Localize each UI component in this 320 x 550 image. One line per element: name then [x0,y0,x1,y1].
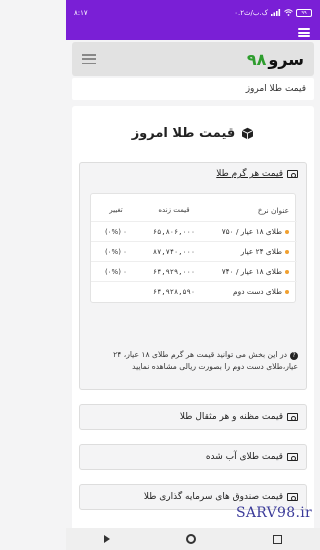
site-header: سرو ۹۸ [72,42,314,76]
gold-per-gram-panel: قیمت هر گرم طلا عنوان نرخ قیمت زنده تغیی… [79,162,307,390]
system-nav-bar [66,528,320,550]
row-price: ۶۴,۹۲۹,۰۰۰ [152,267,196,276]
panel-title: قیمت طلای آب شده [205,452,283,462]
back-icon[interactable] [104,535,111,543]
table-row: طلای دست دوم ۶۴,۹۲۸,۵۹۰ [91,281,297,301]
money-icon [287,413,298,421]
breadcrumb: قیمت طلا امروز [72,78,314,100]
status-dot [285,249,289,254]
money-icon [287,453,298,461]
row-name: طلای دست دوم [233,287,282,296]
menu-icon[interactable] [82,54,96,64]
toolbar-menu-icon[interactable] [298,28,310,37]
table-row: طلای ۱۸ عیار / ۷۵۰ ۶۵,۸۰۶,۰۰۰ ۰ (۰%) [91,221,297,241]
site-logo[interactable]: سرو ۹۸ [247,50,304,69]
row-name: طلای ۱۸ عیار / ۷۴۰ [221,267,282,276]
table-row: طلای ۱۸ عیار / ۷۴۰ ۶۴,۹۲۹,۰۰۰ ۰ (۰%) [91,261,297,281]
header-name: عنوان نرخ [257,205,289,215]
panel-title: قیمت صندوق های سرمایه گذاری طلا [143,492,283,502]
row-change: ۰ (۰%) [105,267,127,276]
main-content: قیمت طلا امروز قیمت هر گرم طلا عنوان نرخ… [72,106,314,538]
home-icon[interactable] [186,534,197,544]
row-change: ۰ (۰%) [105,247,127,256]
cube-icon [241,127,254,140]
wifi-icon [284,8,293,18]
row-price: ۶۴,۹۲۸,۵۹۰ [152,287,196,296]
status-time: ۸:۱۷ [74,9,88,17]
status-right: ۰.۲ک.ب/ث ۹۹ [234,8,312,18]
logo-text: سرو [268,49,304,69]
app-toolbar [66,26,320,40]
watermark: SARV98.ir [236,505,312,521]
table-row: طلای ۲۴ عیار ۸۷,۷۴۰,۰۰۰ ۰ (۰%) [91,241,297,261]
row-price: ۶۵,۸۰۶,۰۰۰ [152,227,196,236]
breadcrumb-label: قیمت طلا امروز [245,84,306,94]
network-speed: ۰.۲ک.ب/ث [234,9,268,17]
status-left: ۸:۱۷ [74,9,88,17]
row-price: ۸۷,۷۴۰,۰۰۰ [152,247,196,256]
page-title: قیمت طلا امروز [72,126,314,141]
status-dot [285,229,289,234]
row-change: ۰ (۰%) [105,227,127,236]
gold-price-table: عنوان نرخ قیمت زنده تغییر طلای ۱۸ عیار /… [90,193,297,303]
melted-gold-panel[interactable]: قیمت طلای آب شده [79,444,307,470]
logo-number: ۹۸ [246,49,267,69]
page-title-text: قیمت طلا امروز [131,126,236,141]
panel-title: قیمت مظنه و هر مثقال طلا [179,412,283,422]
gold-per-gram-title: قیمت هر گرم طلا [216,169,283,179]
recent-apps-icon[interactable] [272,534,282,544]
info-note-text: در این بخش می توانید قیمت هر گرم طلای ۱۸… [113,350,298,371]
info-note: ?در این بخش می توانید قیمت هر گرم طلای ۱… [90,349,298,373]
header-price: قیمت زنده [158,206,190,214]
battery-icon: ۹۹ [296,9,312,17]
money-icon [287,493,298,501]
status-bar: ۸:۱۷ ۰.۲ک.ب/ث ۹۹ [66,0,320,26]
mesghal-panel[interactable]: قیمت مظنه و هر مثقال طلا [79,404,307,430]
row-name: طلای ۲۴ عیار [240,247,282,256]
gold-per-gram-header[interactable]: قیمت هر گرم طلا [80,163,306,185]
status-dot [285,269,289,274]
question-icon: ? [290,352,298,360]
signal-icon [271,8,281,18]
status-dot [285,289,289,294]
row-name: طلای ۱۸ عیار / ۷۵۰ [221,227,282,236]
money-icon [287,170,298,178]
header-change: تغییر [109,206,123,214]
table-header-row: عنوان نرخ قیمت زنده تغییر [91,200,297,220]
